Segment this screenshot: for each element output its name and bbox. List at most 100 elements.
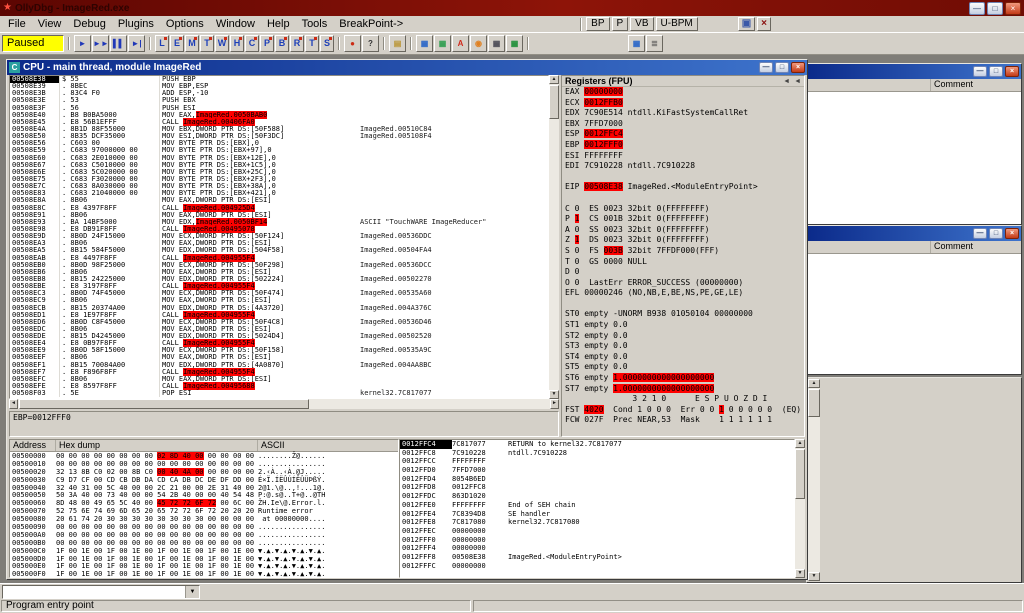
register-line[interactable]: ST6 empty 1.0000000000000000000 xyxy=(562,373,804,384)
cpu-window-titlebar[interactable]: C CPU - main thread, module ImageRed —□× xyxy=(7,60,807,75)
patches-window-button[interactable]: P xyxy=(260,35,274,52)
dump-row[interactable]: 005000E01F 00 1E 00 1F 00 1E 00 1F 00 1E… xyxy=(10,562,398,570)
windows-window-button[interactable]: W xyxy=(215,35,229,52)
register-line[interactable]: Z 1 DS 0023 32bit 0(FFFFFFFF) xyxy=(562,235,804,246)
side-window-middle-minimize-button[interactable]: — xyxy=(973,228,987,239)
menu-item-file[interactable]: File xyxy=(2,17,32,31)
disasm-row[interactable]: 00508E38$ 55PUSH EBP xyxy=(10,76,548,83)
dump-row[interactable]: 005000F01F 00 1E 00 1F 00 1E 00 1F 00 1E… xyxy=(10,570,398,578)
dump-row[interactable]: 0050000000 00 00 00 00 00 00 00 02 8D 40… xyxy=(10,452,398,460)
cpu-window-close-button[interactable]: × xyxy=(791,62,805,73)
side-window-top-maximize-button[interactable]: □ xyxy=(989,66,1003,77)
appearance-button[interactable]: A xyxy=(452,35,469,52)
register-line[interactable]: ST7 empty 1.0000000000000000000 xyxy=(562,384,804,395)
record-button[interactable]: ◉ xyxy=(470,35,487,52)
register-line[interactable]: S 0 FS 003B 32bit 7FFDF000(FFF) xyxy=(562,246,804,257)
executables-window-button[interactable]: E xyxy=(170,35,184,52)
disasm-row[interactable]: 00508F03. 5EPOP ESIkernel32.7C817077 xyxy=(10,390,548,397)
threads-window-button[interactable]: T xyxy=(200,35,214,52)
side-window-top-close-button[interactable]: × xyxy=(1005,66,1019,77)
side-window-bottom[interactable]: ▲ ▼ xyxy=(806,377,1022,583)
menu-item-plugins[interactable]: Plugins xyxy=(112,17,160,31)
side-window-middle[interactable]: —□× Comment xyxy=(806,225,1022,375)
dump-col-hex[interactable]: Hex dump xyxy=(56,440,258,451)
menu-plugin-button-p[interactable]: P xyxy=(612,17,629,31)
disasm-row[interactable]: 00508E3E. 53PUSH EBX xyxy=(10,97,548,104)
scroll-up-icon[interactable]: ▲ xyxy=(549,75,559,84)
cpu-window-minimize-button[interactable]: — xyxy=(759,62,773,73)
menu-item-help[interactable]: Help xyxy=(261,17,296,31)
dump-col-address[interactable]: Address xyxy=(10,440,56,451)
side-window-top-minimize-button[interactable]: — xyxy=(973,66,987,77)
app-titlebar[interactable]: ★ OllyDbg - ImageRed.exe —□× xyxy=(0,0,1024,16)
scrollbar-thumb[interactable] xyxy=(19,399,309,409)
side-window-middle-maximize-button[interactable]: □ xyxy=(989,228,1003,239)
command-input[interactable] xyxy=(3,586,185,598)
menu-item-view[interactable]: View xyxy=(32,17,68,31)
scroll-right-icon[interactable]: ► xyxy=(550,399,559,409)
side-window-top-body[interactable] xyxy=(807,92,1021,224)
cpu-window[interactable]: C CPU - main thread, module ImageRed —□×… xyxy=(6,59,808,580)
trace-window-button[interactable]: T xyxy=(305,35,319,52)
register-line[interactable]: FCW 027F Prec NEAR,53 Mask 1 1 1 1 1 1 xyxy=(562,415,804,426)
app-minimize-button[interactable]: — xyxy=(969,2,985,15)
stack-pane[interactable]: 0012FFC47C817077RETURN to kernel32.7C817… xyxy=(399,439,795,578)
register-line[interactable]: EBX 7FFD7000 xyxy=(562,119,804,130)
cpu-window-maximize-button[interactable]: □ xyxy=(775,62,789,73)
dump-row[interactable]: 005000A000 00 00 00 00 00 00 00 00 00 00… xyxy=(10,531,398,539)
stack-row[interactable]: 0012FFD48054B6ED xyxy=(400,475,794,484)
register-line[interactable]: EAX 00000000 xyxy=(562,87,804,98)
register-line[interactable]: D 0 xyxy=(562,267,804,278)
stack-row[interactable]: 0012FFE0FFFFFFFFEnd of SEH chain xyxy=(400,501,794,510)
side-window-middle-col-blank[interactable] xyxy=(807,241,931,253)
disassembly-vertical-scrollbar[interactable]: ▲ ▼ xyxy=(549,75,559,399)
register-line[interactable]: EDI 7C910228 ntdll.7C910228 xyxy=(562,161,804,172)
stack-row[interactable]: 0012FFC47C817077RETURN to kernel32.7C817… xyxy=(400,440,794,449)
disasm-row[interactable]: 00508EC3. 8B0D 74F45000MOV ECX,DWORD PTR… xyxy=(10,290,548,297)
register-line[interactable]: EBP 0012FFF0 xyxy=(562,140,804,151)
disasm-row[interactable]: 00508EE9. 8B0D 58F15000MOV ECX,DWORD PTR… xyxy=(10,347,548,354)
scrollbar-thumb[interactable] xyxy=(795,449,805,499)
cascade-windows-button[interactable]: ≣ xyxy=(646,35,663,52)
stack-row[interactable]: 0012FFC87C910228ntdll.7C910228 xyxy=(400,449,794,458)
menu-item-tools[interactable]: Tools xyxy=(296,17,334,31)
search-button[interactable]: ? xyxy=(362,35,379,52)
registers-scroll-icon[interactable]: ◄ xyxy=(783,78,790,85)
dump-row[interactable]: 0050002032 13 8B C0 02 00 8B C0 00 40 4A… xyxy=(10,468,398,476)
disassembly-pane[interactable]: 00508E38$ 55PUSH EBP00508E39. 8BECMOV EB… xyxy=(9,75,549,399)
disasm-row[interactable]: 00508E9D. 8B0D 24F15000MOV ECX,DWORD PTR… xyxy=(10,233,548,240)
dump-row[interactable]: 0050004032 40 31 00 5C 40 00 00 2C 21 00… xyxy=(10,484,398,492)
side-window-top-titlebar[interactable]: —□× xyxy=(807,64,1021,79)
references-window-button[interactable]: R xyxy=(290,35,304,52)
pause-button[interactable]: ▌▌ xyxy=(110,35,127,52)
menu-item-options[interactable]: Options xyxy=(160,17,210,31)
disasm-row[interactable]: 00508E83. C683 21040000 00MOV BYTE PTR D… xyxy=(10,190,548,197)
scroll-down-icon[interactable]: ▼ xyxy=(795,569,805,578)
menu-item-window[interactable]: Window xyxy=(210,17,261,31)
register-line[interactable]: ESP 0012FFC4 xyxy=(562,129,804,140)
stack-row[interactable]: 0012FFDC863D1020 xyxy=(400,492,794,501)
menu-item-debug[interactable]: Debug xyxy=(67,17,111,31)
menubar-close-button[interactable]: × xyxy=(757,17,771,31)
scrollbar-thumb[interactable] xyxy=(549,85,559,119)
disasm-row[interactable]: 00508ED6. 8B0D C8F45000MOV ECX,DWORD PTR… xyxy=(10,319,548,326)
register-line[interactable]: ST4 empty 0.0 xyxy=(562,352,804,363)
scrollbar-thumb[interactable] xyxy=(808,389,820,417)
scroll-left-icon[interactable]: ◄ xyxy=(9,399,18,409)
disasm-row[interactable]: 00508EFE. E8 8597F8FFCALL ImageRed.00495… xyxy=(10,383,548,390)
menu-plugin-button-vb[interactable]: VB xyxy=(630,17,653,31)
tile-windows-button[interactable]: ▦ xyxy=(628,35,645,52)
handles-window-button[interactable]: H xyxy=(230,35,244,52)
combobox-dropdown-icon[interactable]: ▼ xyxy=(185,586,199,598)
register-line[interactable] xyxy=(562,172,804,183)
stack-row[interactable]: 0012FFE47C8394D8SE handler xyxy=(400,510,794,519)
window-doc-icon[interactable]: ▣ xyxy=(738,17,755,31)
register-line[interactable]: A 0 SS 0023 32bit 0(FFFFFFFF) xyxy=(562,225,804,236)
register-line[interactable]: ESI FFFFFFFF xyxy=(562,151,804,162)
dark-grid-button[interactable]: ▦ xyxy=(488,35,505,52)
register-line[interactable] xyxy=(562,299,804,310)
dump-row[interactable]: 005000B000 00 00 00 00 00 00 00 00 00 00… xyxy=(10,539,398,547)
side-window-middle-col-comment[interactable]: Comment xyxy=(931,241,1021,253)
side-window-top[interactable]: —□× Comment xyxy=(806,63,1022,225)
register-line[interactable]: 3 2 1 0 E S P U O Z D I xyxy=(562,394,804,405)
